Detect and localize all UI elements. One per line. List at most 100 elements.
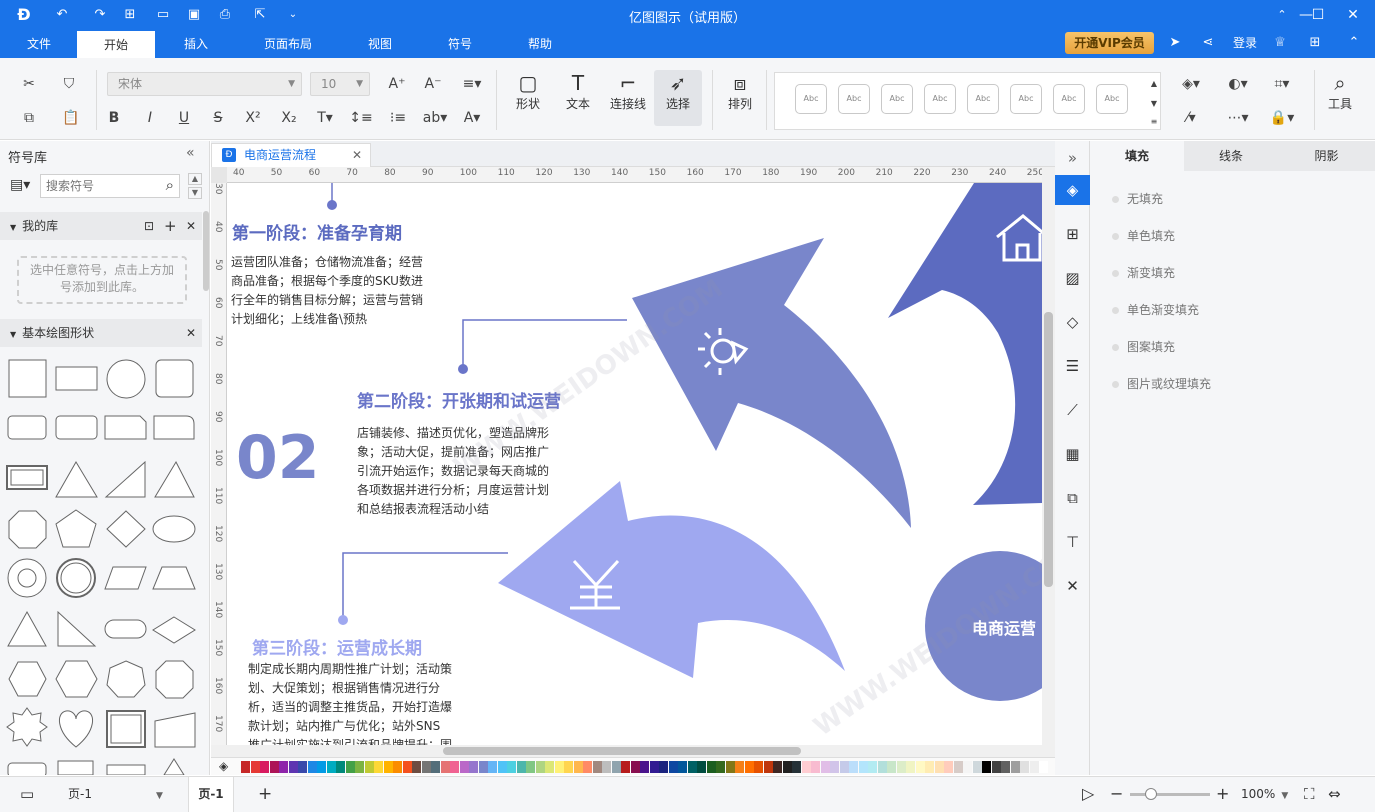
my-library-header[interactable]: ▼ 我的库 ⊡ + ✕ <box>0 212 202 240</box>
shrink-font-icon[interactable]: A⁻ <box>422 74 444 94</box>
color-swatch[interactable] <box>906 761 915 773</box>
shape-tool-button[interactable]: ▢ 形状 <box>504 70 552 126</box>
color-swatch[interactable] <box>754 761 763 773</box>
text-case-icon[interactable]: ab▾ <box>420 108 450 128</box>
color-swatch[interactable] <box>516 761 526 773</box>
color-swatch[interactable] <box>706 761 716 773</box>
gallery-down-icon[interactable]: ▼ <box>1148 94 1160 114</box>
color-swatch[interactable] <box>972 761 982 773</box>
menu-file[interactable]: 文件 <box>14 30 64 58</box>
search-icon[interactable]: ⌕ <box>166 176 174 194</box>
color-swatch[interactable] <box>345 761 355 773</box>
style-preset[interactable]: Abc <box>795 84 827 114</box>
line-style-icon[interactable]: ⋯▾ <box>1222 108 1254 128</box>
horizontal-scroll-thumb[interactable] <box>443 747 801 755</box>
color-swatch[interactable] <box>440 761 450 773</box>
font-size-select[interactable]: 10 ▼ <box>310 72 370 96</box>
stage3-title[interactable]: 第三阶段：运营成长期 <box>252 634 422 659</box>
color-swatch[interactable] <box>944 761 953 773</box>
color-swatch[interactable] <box>849 761 858 773</box>
color-swatch[interactable] <box>773 761 782 773</box>
crop-icon[interactable]: ⌗▾ <box>1266 74 1298 94</box>
bold-icon[interactable]: B <box>104 108 124 128</box>
page-selector[interactable]: 页-1 ▼ <box>68 777 163 812</box>
color-swatch[interactable] <box>412 761 421 773</box>
share-icon[interactable]: ⋖ <box>1198 34 1218 52</box>
close-icon[interactable]: ✕ <box>186 319 196 347</box>
color-swatch[interactable] <box>839 761 849 773</box>
outline-panel-icon[interactable]: ⊤ <box>1055 527 1090 557</box>
color-swatch[interactable] <box>858 761 868 773</box>
stage2-title[interactable]: 第二阶段：开张期和试运营 <box>357 387 561 412</box>
table-panel-icon[interactable]: ▦ <box>1055 439 1090 469</box>
color-swatch[interactable] <box>716 761 725 773</box>
gallery-up-icon[interactable]: ▲ <box>1148 74 1160 94</box>
underline-icon[interactable]: U <box>174 108 194 128</box>
color-swatch[interactable] <box>260 761 269 773</box>
stage1-description[interactable]: 运营团队准备；仓储物流准备；经营 商品准备；根据每个季度的SKU数进 行全年的销… <box>231 253 451 329</box>
color-swatch[interactable] <box>459 761 469 773</box>
color-swatch[interactable] <box>602 761 611 773</box>
color-swatch[interactable] <box>678 761 687 773</box>
arrange-button[interactable]: ⧈ 排列 <box>716 70 764 126</box>
zoom-out-icon[interactable]: − <box>1110 777 1123 812</box>
cut-icon[interactable]: ✂ <box>18 74 40 94</box>
color-swatch[interactable] <box>687 761 697 773</box>
zoom-slider-handle[interactable] <box>1145 788 1157 800</box>
align-text-icon[interactable]: ≡▾ <box>458 74 486 94</box>
style-preset[interactable]: Abc <box>881 84 913 114</box>
symbol-search-input[interactable] <box>46 176 156 196</box>
skin-icon[interactable]: ♕ <box>1266 34 1294 52</box>
color-swatch[interactable] <box>573 761 583 773</box>
color-swatch[interactable] <box>1020 761 1029 773</box>
color-swatch[interactable] <box>269 761 279 773</box>
paste-icon[interactable]: 📋 <box>56 108 86 128</box>
color-swatch[interactable] <box>792 761 801 773</box>
style-preset[interactable]: Abc <box>1053 84 1085 114</box>
subscript-icon[interactable]: X₂ <box>278 108 300 128</box>
color-swatch[interactable] <box>535 761 545 773</box>
close-window-button[interactable]: ✕ <box>1342 4 1364 26</box>
color-swatch[interactable] <box>1039 761 1048 773</box>
stage2-description[interactable]: 店铺装修、描述页优化，塑造品牌形 象；活动大促，提前准备；网店推广 引流开始运作… <box>357 424 577 519</box>
import-icon[interactable]: ⊡ <box>144 212 154 240</box>
color-swatch[interactable] <box>735 761 744 773</box>
italic-icon[interactable]: I <box>140 108 160 128</box>
color-swatch[interactable] <box>1010 761 1020 773</box>
copy-icon[interactable]: ⧉ <box>18 108 40 128</box>
collapse-ribbon-icon[interactable]: ⌃ <box>1344 34 1364 52</box>
page-panel-icon[interactable]: ☰ <box>1055 351 1090 381</box>
basic-shapes-header[interactable]: ▼ 基本绘图形状 ✕ <box>0 319 202 347</box>
symbols-panel-icon[interactable]: ⊞ <box>1055 219 1090 249</box>
color-swatch[interactable] <box>317 761 326 773</box>
color-swatch[interactable] <box>1001 761 1010 773</box>
color-swatch[interactable] <box>725 761 735 773</box>
fill-option-gradient[interactable]: 渐变填充 <box>1112 265 1175 281</box>
color-swatch[interactable] <box>811 761 820 773</box>
document-tab[interactable]: Ð 电商运营流程 ✕ <box>211 143 371 167</box>
connector-tool-button[interactable]: ⌐ 连接线 <box>604 70 652 126</box>
drawing-canvas[interactable]: 第一阶段：准备孕育期 运营团队准备；仓储物流准备；经营 商品准备；根据每个季度的… <box>228 183 1042 745</box>
color-swatch[interactable] <box>288 761 298 773</box>
color-swatch[interactable] <box>896 761 906 773</box>
color-swatch[interactable] <box>402 761 412 773</box>
shape-thumbnails[interactable] <box>0 351 202 775</box>
color-swatch[interactable] <box>526 761 535 773</box>
style-preset[interactable]: Abc <box>1010 84 1042 114</box>
color-swatch[interactable] <box>374 761 383 773</box>
line-spacing-icon[interactable]: ↕≡ <box>346 108 376 128</box>
color-swatch[interactable] <box>478 761 488 773</box>
color-swatch[interactable] <box>307 761 317 773</box>
fill-option-picture[interactable]: 图片或纹理填充 <box>1112 376 1211 392</box>
menu-symbols[interactable]: 符号 <box>432 30 488 58</box>
arrow-shape-mid[interactable] <box>632 238 911 528</box>
text-format-icon[interactable]: T▾ <box>312 108 338 128</box>
color-swatch[interactable] <box>592 761 602 773</box>
color-swatch[interactable] <box>507 761 516 773</box>
color-swatch[interactable] <box>782 761 792 773</box>
symbol-search-box[interactable]: ⌕ <box>40 174 180 198</box>
send-icon[interactable]: ➤ <box>1165 34 1185 52</box>
tab-line[interactable]: 线条 <box>1184 141 1278 171</box>
menu-view[interactable]: 视图 <box>352 30 408 58</box>
color-swatch[interactable] <box>953 761 963 773</box>
